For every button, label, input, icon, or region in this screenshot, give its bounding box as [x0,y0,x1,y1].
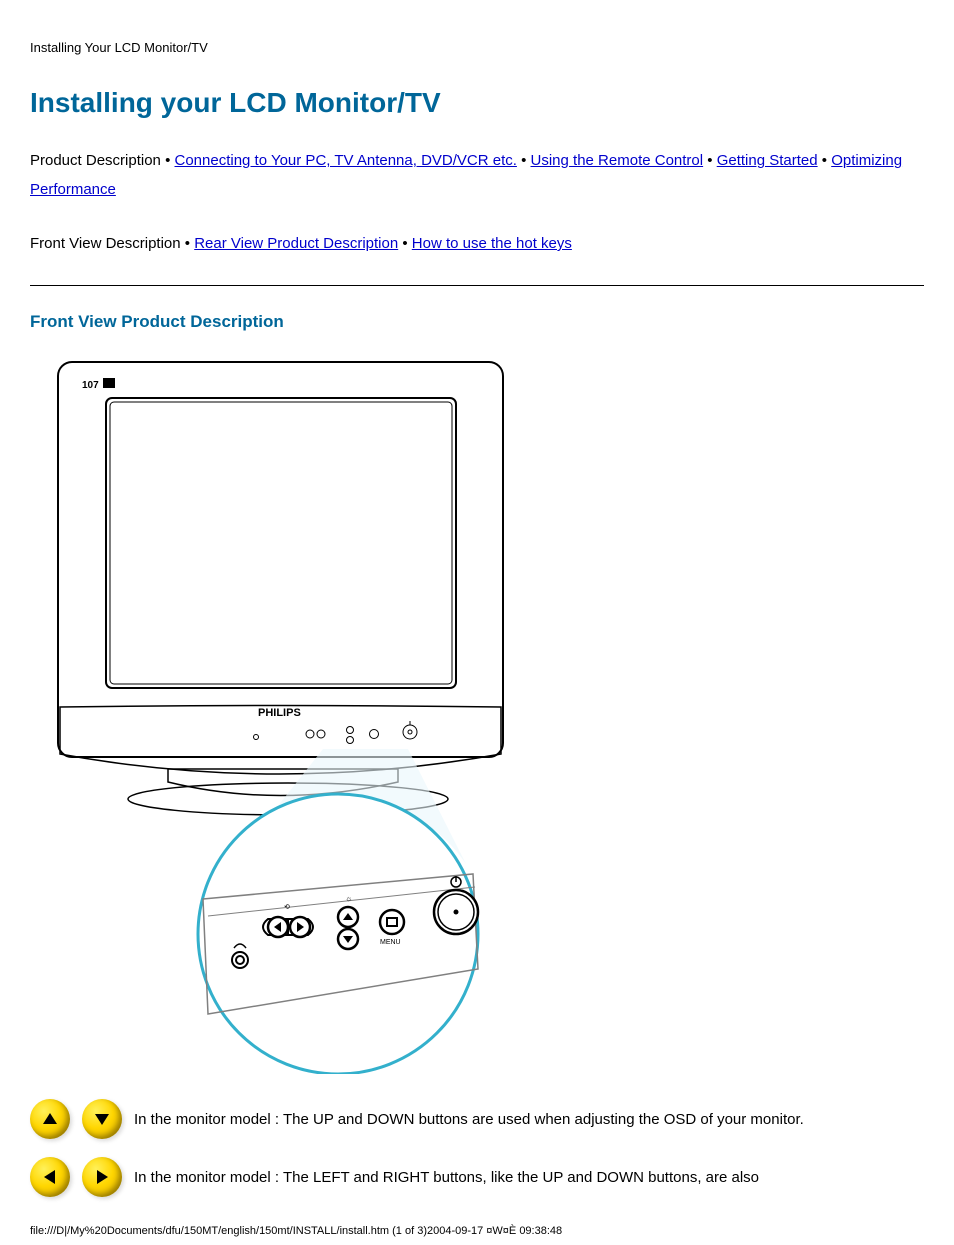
right-button-icon [82,1157,122,1197]
nav-bullet: • [185,235,194,252]
page-title: Installing your LCD Monitor/TV [30,87,924,119]
svg-text:MENU: MENU [380,939,401,946]
nav-link-connecting[interactable]: Connecting to Your PC, TV Antenna, DVD/V… [175,152,517,169]
nav-bullet: • [707,152,716,169]
nav-prefix-1: Product Description [30,152,161,169]
nav-link-remote[interactable]: Using the Remote Control [531,152,704,169]
hotkey-text-updown: In the monitor model : The UP and DOWN b… [134,1109,804,1128]
nav-bullet: • [521,152,530,169]
svg-text:⟲: ⟲ [284,904,290,911]
hotkey-row-updown: In the monitor model : The UP and DOWN b… [30,1099,924,1139]
nav-bullet: • [402,235,411,252]
nav-link-hotkeys[interactable]: How to use the hot keys [412,235,572,252]
nav-row-1: Product Description • Connecting to Your… [30,147,924,204]
down-button-icon [82,1099,122,1139]
up-button-icon [30,1099,70,1139]
nav-link-getting-started[interactable]: Getting Started [717,152,818,169]
svg-text:☼: ☼ [345,894,352,903]
hotkey-row-leftright: In the monitor model : The LEFT and RIGH… [30,1157,924,1197]
hotkey-text-leftright: In the monitor model : The LEFT and RIGH… [134,1167,759,1186]
section-title: Front View Product Description [30,312,924,332]
monitor-illustration: 107 PHILIPS [48,354,924,1079]
nav-row-2: Front View Description • Rear View Produ… [30,230,924,259]
svg-text:107: 107 [82,380,99,391]
doc-header-title: Installing Your LCD Monitor/TV [30,40,924,55]
nav-prefix-2: Front View Description [30,235,181,252]
nav-link-rear-view[interactable]: Rear View Product Description [194,235,398,252]
divider [30,285,924,286]
svg-text:PHILIPS: PHILIPS [258,707,301,719]
nav-bullet: • [165,152,174,169]
nav-bullet: • [822,152,831,169]
left-button-icon [30,1157,70,1197]
hotkey-list: In the monitor model : The UP and DOWN b… [30,1099,924,1197]
